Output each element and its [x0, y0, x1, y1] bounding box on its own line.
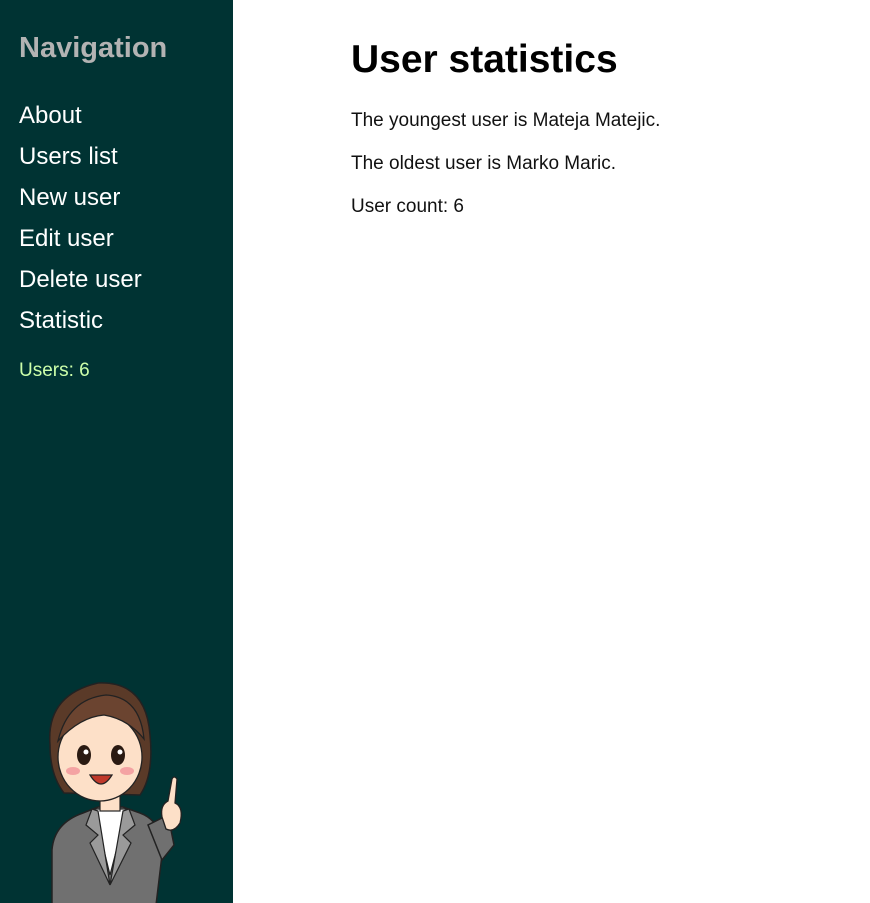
user-count-badge: Users: 6	[19, 360, 90, 381]
user-count-text: User count: 6	[351, 196, 464, 217]
mascot-illustration	[49, 682, 182, 903]
youngest-user-text: The youngest user is Mateja Matejic.	[351, 110, 661, 131]
nav-link-edit-user[interactable]: Edit user	[19, 225, 114, 252]
nav-link-users-list[interactable]: Users list	[19, 143, 118, 170]
nav-item-statistic: Statistic	[19, 303, 142, 344]
page-title: User statistics	[351, 38, 618, 81]
sidebar-title: Navigation	[19, 32, 168, 64]
nav-link-about[interactable]: About	[19, 102, 82, 129]
nav-list: About Users list New user Edit user Dele…	[19, 98, 142, 344]
nav-item-users-list: Users list	[19, 139, 142, 180]
sidebar: Navigation About Users list New user Edi…	[0, 0, 233, 903]
oldest-user-text: The oldest user is Marko Maric.	[351, 153, 617, 174]
nav-link-statistic[interactable]: Statistic	[19, 307, 103, 334]
nav-link-new-user[interactable]: New user	[19, 184, 120, 211]
nav-item-new-user: New user	[19, 180, 142, 221]
nav-link-delete-user[interactable]: Delete user	[19, 266, 142, 293]
nav-item-about: About	[19, 98, 142, 139]
nav-item-edit-user: Edit user	[19, 221, 142, 262]
nav-item-delete-user: Delete user	[19, 262, 142, 303]
